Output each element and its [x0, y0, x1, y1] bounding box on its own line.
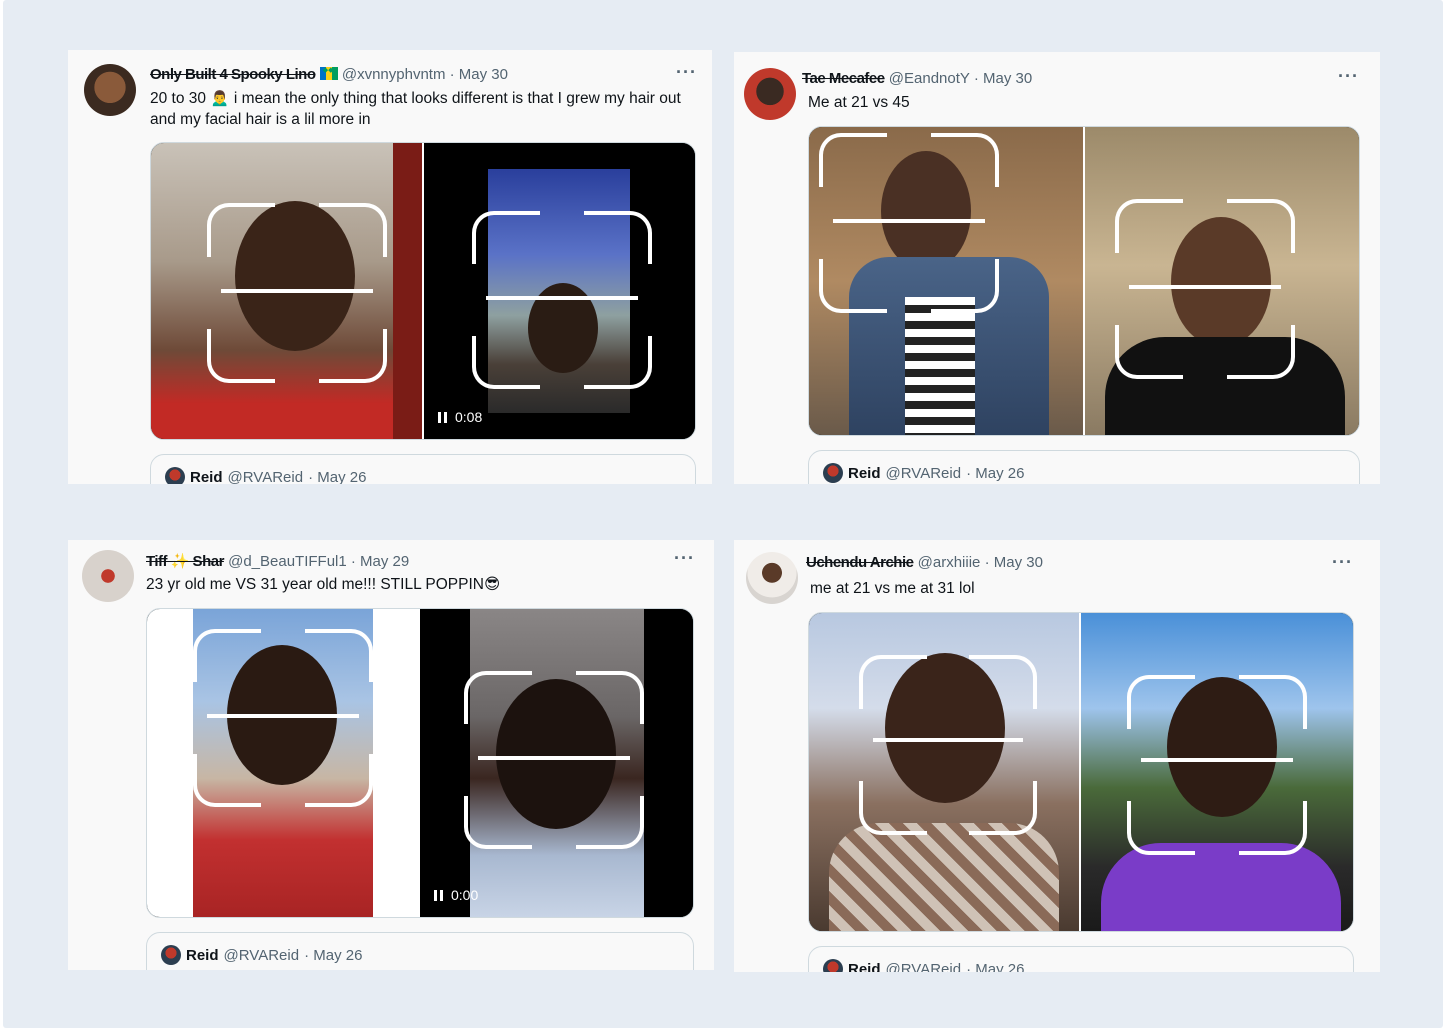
tweet-header: Uchendu Archie @arxhiiie · May 30 — [806, 554, 1043, 571]
tweet-text: 20 to 30 🙍‍♂️ i mean the only thing that… — [150, 90, 681, 128]
face-scan-frame — [859, 655, 1037, 835]
quoted-tweet[interactable]: Reid @RVAReid · May 26 — [808, 450, 1360, 484]
face-scan-frame — [472, 211, 652, 389]
face-scan-frame — [1127, 675, 1307, 855]
photo-left[interactable] — [809, 613, 1079, 931]
video-time-label: 0:08 — [455, 409, 483, 425]
photo-left[interactable] — [809, 127, 1083, 435]
tweet-header: Only Built 4 Spooky Lino @xvnnyphvntm · … — [150, 66, 508, 83]
quote-avatar — [823, 959, 843, 972]
quote-avatar — [165, 467, 185, 484]
avatar[interactable] — [746, 552, 798, 604]
tweet-card-1[interactable]: Only Built 4 Spooky Lino @xvnnyphvntm · … — [68, 50, 712, 484]
tweet-date[interactable]: · May 30 — [450, 66, 508, 83]
quote-handle: @RVAReid — [885, 960, 962, 973]
display-name[interactable]: Uchendu Archie — [806, 554, 914, 571]
quote-handle: @RVAReid — [885, 464, 962, 482]
video-timestamp[interactable]: 0:08 — [438, 409, 482, 425]
tweet-card-3[interactable]: Tiff ✨ Shar @d_BeauTIFFul1 · May 29 ··· … — [68, 540, 714, 970]
tweet-media[interactable]: 0:00 — [146, 608, 694, 918]
video-time-label: 0:00 — [451, 887, 479, 903]
display-name[interactable]: Only Built 4 Spooky Lino — [150, 66, 316, 83]
video-timestamp[interactable]: 0:00 — [434, 887, 478, 903]
photo-right[interactable] — [1083, 127, 1359, 435]
face-scan-frame — [207, 203, 387, 383]
video-right[interactable]: 0:08 — [422, 143, 695, 439]
tweet-header: Tae Mecafee @EandnotY · May 30 — [802, 70, 1032, 87]
display-name[interactable]: Tae Mecafee — [802, 70, 885, 87]
pause-icon[interactable] — [434, 889, 443, 901]
display-name[interactable]: Tiff ✨ Shar — [146, 553, 224, 570]
photo-left[interactable] — [147, 609, 418, 917]
tweet-date[interactable]: · May 30 — [985, 554, 1043, 571]
tweet-text: Me at 21 vs 45 — [808, 94, 910, 111]
avatar[interactable] — [82, 550, 134, 602]
more-options-icon[interactable]: ··· — [676, 62, 697, 83]
quote-avatar — [823, 463, 843, 483]
photo-right[interactable] — [1079, 613, 1353, 931]
quote-handle: @RVAReid — [227, 468, 304, 485]
avatar[interactable] — [744, 68, 796, 120]
handle[interactable]: @EandnotY — [889, 70, 970, 87]
pause-icon[interactable] — [438, 411, 447, 423]
more-options-icon[interactable]: ··· — [1338, 66, 1359, 87]
quoted-tweet[interactable]: Reid @RVAReid · May 26 — [150, 454, 696, 484]
quote-date: · May 26 — [304, 946, 363, 964]
avatar[interactable] — [84, 64, 136, 116]
face-scan-frame — [1115, 199, 1295, 379]
quote-name: Reid — [186, 946, 219, 964]
tweet-text: 23 yr old me VS 31 year old me!!! STILL … — [146, 576, 501, 593]
tweet-header: Tiff ✨ Shar @d_BeauTIFFul1 · May 29 — [146, 552, 409, 570]
video-right[interactable]: 0:00 — [418, 609, 693, 917]
tweet-media[interactable] — [808, 126, 1360, 436]
more-options-icon[interactable]: ··· — [674, 548, 695, 569]
tweet-date[interactable]: · May 30 — [974, 70, 1032, 87]
quote-name: Reid — [848, 960, 881, 973]
quote-date: · May 26 — [308, 468, 367, 485]
quote-handle: @RVAReid — [223, 946, 300, 964]
quote-date: · May 26 — [966, 464, 1025, 482]
quote-name: Reid — [190, 468, 223, 485]
quote-date: · May 26 — [966, 960, 1025, 973]
tweet-media[interactable] — [808, 612, 1354, 932]
handle[interactable]: @d_BeauTIFFul1 — [228, 553, 347, 570]
quote-avatar — [161, 945, 181, 965]
handle[interactable]: @arxhiiie — [918, 554, 981, 571]
quoted-tweet[interactable]: Reid @RVAReid · May 26 — [146, 932, 694, 970]
more-options-icon[interactable]: ··· — [1332, 552, 1353, 573]
tweet-media[interactable]: 0:08 — [150, 142, 696, 440]
face-scan-frame — [193, 629, 373, 807]
face-scan-frame — [819, 133, 999, 313]
tweet-text: me at 21 vs me at 31 lol — [810, 580, 975, 597]
quote-name: Reid — [848, 464, 881, 482]
photo-left[interactable] — [151, 143, 422, 439]
quoted-tweet[interactable]: Reid @RVAReid · May 26 — [808, 946, 1354, 972]
tweet-card-2[interactable]: Tae Mecafee @EandnotY · May 30 ··· Me at… — [734, 52, 1380, 484]
tweet-card-4[interactable]: Uchendu Archie @arxhiiie · May 30 ··· me… — [734, 540, 1380, 972]
handle[interactable]: @xvnnyphvntm — [342, 66, 446, 83]
tweet-date[interactable]: · May 29 — [351, 553, 409, 570]
face-scan-frame — [464, 671, 644, 849]
saint-vincent-flag-icon — [319, 66, 338, 80]
